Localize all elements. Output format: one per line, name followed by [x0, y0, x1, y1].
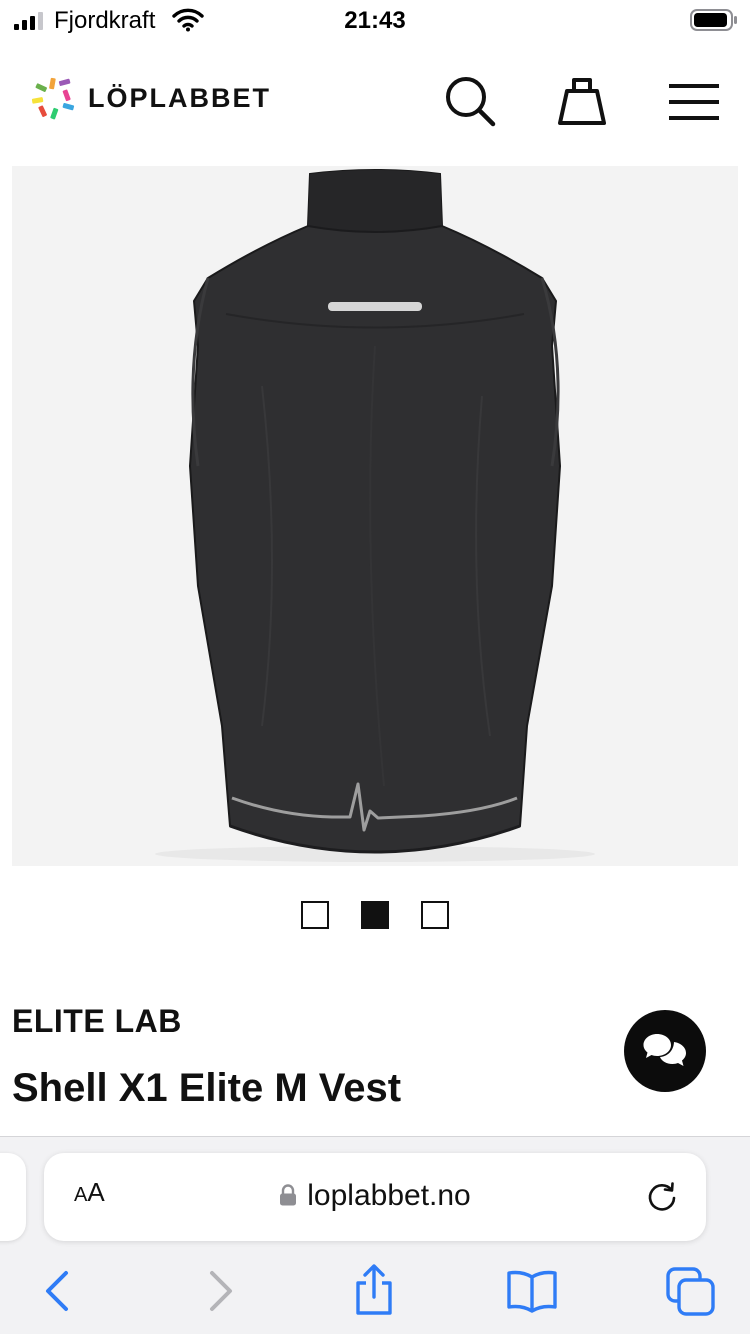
product-brand[interactable]: ELITE LAB	[12, 1003, 182, 1040]
logo-mark-icon	[31, 77, 75, 120]
share-icon[interactable]	[346, 1263, 402, 1319]
site-header: LÖPLABBET	[0, 58, 750, 142]
search-icon[interactable]	[442, 74, 498, 130]
site-logo[interactable]: LÖPLABBET	[30, 76, 271, 120]
status-time: 21:43	[344, 7, 406, 34]
product-title: Shell X1 Elite M Vest	[12, 1066, 402, 1110]
back-icon[interactable]	[30, 1263, 86, 1319]
status-bar: Fjordkraft 21:43	[0, 0, 750, 42]
image-carousel-dots	[0, 901, 750, 929]
forward-icon[interactable]	[192, 1263, 248, 1319]
address-bar[interactable]: AA loplabbet.no	[44, 1153, 706, 1241]
logo-text: LÖPLABBET	[88, 82, 271, 113]
carousel-dot-2[interactable]	[361, 901, 389, 929]
product-image[interactable]	[12, 166, 738, 866]
battery-icon	[690, 9, 737, 31]
chat-button[interactable]	[624, 1010, 706, 1092]
browser-toolbar: AA loplabbet.no	[0, 1136, 750, 1334]
tabs-icon[interactable]	[662, 1263, 718, 1319]
url-display[interactable]: loplabbet.no	[44, 1179, 706, 1213]
product-vest-illustration	[12, 166, 738, 866]
url-text: loplabbet.no	[307, 1179, 471, 1212]
lock-icon	[280, 1184, 297, 1206]
shopping-bag-icon[interactable]	[554, 74, 610, 130]
chat-bubbles-icon	[643, 1034, 686, 1066]
carousel-dot-3[interactable]	[421, 901, 449, 929]
browser-nav-row	[0, 1263, 750, 1319]
hamburger-menu-icon[interactable]	[666, 74, 722, 130]
reload-icon[interactable]	[644, 1179, 680, 1215]
bookmarks-icon[interactable]	[504, 1263, 560, 1319]
carousel-dot-1[interactable]	[301, 901, 329, 929]
previous-tab-preview[interactable]	[0, 1153, 26, 1241]
